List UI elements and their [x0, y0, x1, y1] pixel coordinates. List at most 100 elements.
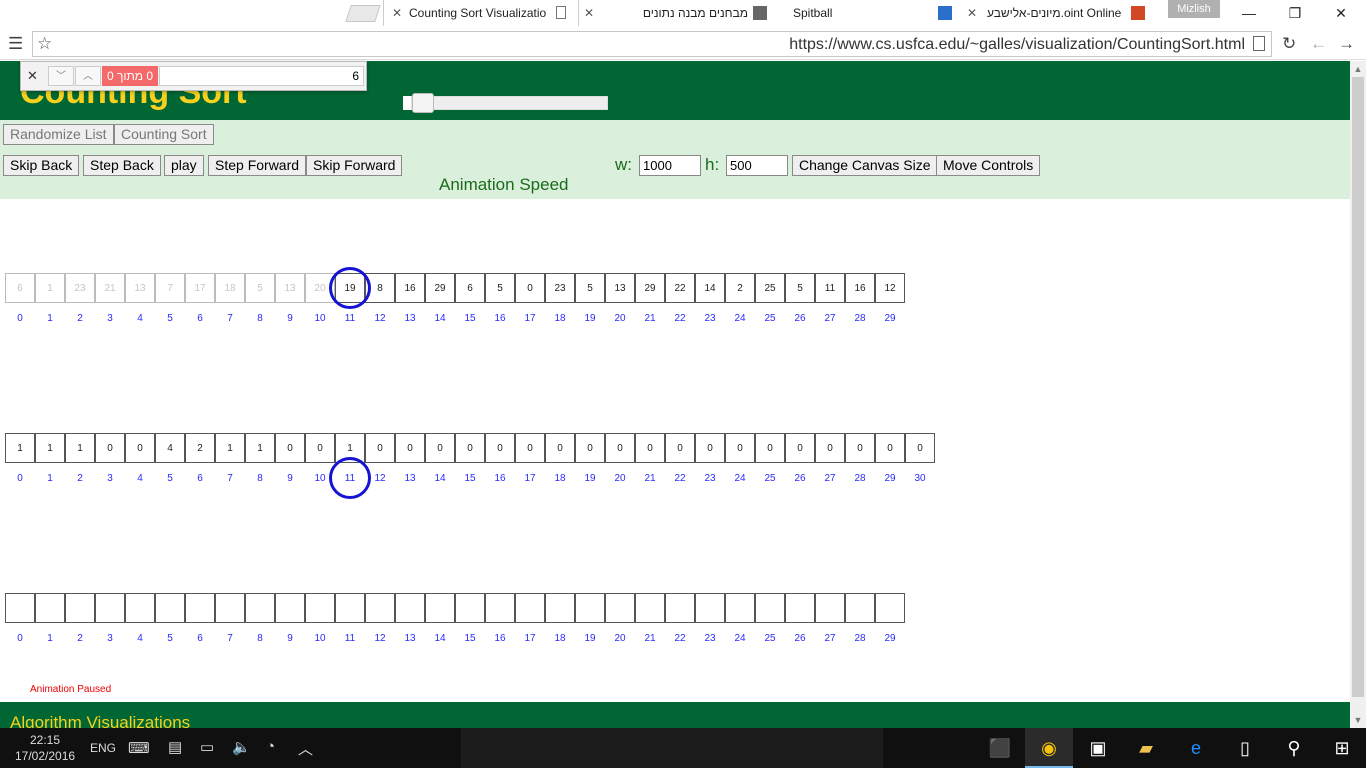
store-icon[interactable]: ▣: [1074, 728, 1122, 768]
skip-back-button[interactable]: Skip Back: [3, 155, 80, 176]
tab-spitball[interactable]: Spitball: [769, 0, 959, 26]
slider-fill: [403, 96, 412, 110]
window-close-icon[interactable]: ✕: [1318, 2, 1364, 24]
counts-array-index: 15: [464, 473, 476, 484]
input-array-index: 8: [257, 313, 263, 324]
find-prev-icon[interactable]: ︿: [75, 66, 101, 86]
page-info-icon[interactable]: [1253, 36, 1265, 51]
counts-array-cell: 0: [635, 433, 665, 463]
start-icon[interactable]: ⊞: [1318, 728, 1366, 768]
skip-forward-button[interactable]: Skip Forward: [306, 155, 403, 176]
close-icon[interactable]: ✕: [392, 6, 402, 20]
keyboard-icon[interactable]: ⌨: [128, 739, 150, 757]
input-array-cell: 12: [875, 273, 905, 303]
input-array-cell: 6: [5, 273, 35, 303]
acrobat-icon[interactable]: ⬛: [976, 728, 1024, 768]
menu-icon[interactable]: ☰: [8, 34, 23, 54]
find-input[interactable]: 6: [159, 66, 364, 86]
tab-counting-sort[interactable]: ✕ Counting Sort Visualizatio: [383, 0, 579, 26]
output-array-index: 28: [854, 633, 866, 644]
counts-array-index: 16: [494, 473, 506, 484]
browser-toolbar: ☰ ☆ https://www.cs.usfca.edu/~galles/vis…: [0, 28, 1366, 60]
tab-title: Counting Sort Visualizatio: [409, 6, 547, 20]
tab-exams[interactable]: ✕ מבחנים מבנה נתונים: [579, 0, 769, 26]
forward-icon[interactable]: ←: [1310, 34, 1327, 54]
wifi-icon[interactable]: ◔: [266, 738, 275, 755]
vertical-scrollbar[interactable]: ▲ ▼: [1350, 61, 1366, 728]
task-view-icon[interactable]: ▯: [1221, 728, 1269, 768]
battery-icon[interactable]: ▭: [200, 738, 214, 756]
minimize-icon[interactable]: —: [1226, 2, 1272, 24]
canvas-width-input[interactable]: [639, 155, 701, 176]
counts-array-index: 2: [77, 473, 83, 484]
volume-icon[interactable]: 🔈: [232, 738, 251, 756]
counts-array-cell: 1: [65, 433, 95, 463]
counts-array-cell: 0: [485, 433, 515, 463]
scrollbar-thumb[interactable]: [1352, 77, 1364, 697]
output-array-cell: [665, 593, 695, 623]
restore-icon[interactable]: ❐: [1272, 2, 1318, 24]
output-array-index: 3: [107, 633, 113, 644]
profile-button[interactable]: Mizlish: [1168, 0, 1220, 18]
edge-icon[interactable]: e: [1172, 728, 1220, 768]
close-icon[interactable]: ✕: [584, 6, 594, 20]
search-icon[interactable]: ⚲: [1270, 728, 1318, 768]
footer-title: Algorithm Visualizations: [10, 713, 191, 728]
page-footer: Algorithm Visualizations: [0, 702, 1350, 728]
input-array-cell: 25: [755, 273, 785, 303]
output-array-cell: [545, 593, 575, 623]
output-array-cell: [695, 593, 725, 623]
new-tab-button[interactable]: [345, 5, 381, 22]
animation-status: Animation Paused: [30, 684, 112, 695]
scroll-down-icon[interactable]: ▼: [1350, 712, 1366, 728]
counts-array-index: 21: [644, 473, 656, 484]
tab-powerpoint[interactable]: ✕ מיונים-אלישבע.oint Online: [959, 0, 1149, 26]
back-icon[interactable]: →: [1338, 34, 1355, 54]
counting-sort-button[interactable]: Counting Sort: [114, 124, 214, 145]
input-array-index: 29: [884, 313, 896, 324]
input-array-index: 14: [434, 313, 446, 324]
close-icon[interactable]: ✕: [967, 6, 977, 20]
output-array-index: 9: [287, 633, 293, 644]
output-array-index: 24: [734, 633, 746, 644]
output-array-cell: [335, 593, 365, 623]
change-canvas-size-button[interactable]: Change Canvas Size: [792, 155, 938, 176]
address-bar[interactable]: ☆ https://www.cs.usfca.edu/~galles/visua…: [32, 31, 1272, 57]
output-array-cell: [815, 593, 845, 623]
file-explorer-icon[interactable]: ▰: [1122, 728, 1170, 768]
reload-icon[interactable]: ↻: [1282, 34, 1296, 54]
input-array-index: 25: [764, 313, 776, 324]
input-array-cell: 21: [95, 273, 125, 303]
counts-highlight-ring: [329, 457, 371, 499]
show-hidden-icons-icon[interactable]: ︿: [298, 738, 313, 759]
counts-array-cell: 0: [545, 433, 575, 463]
chrome-icon[interactable]: ◉: [1025, 728, 1073, 768]
output-array-cell: [245, 593, 275, 623]
language-indicator[interactable]: ENG: [90, 741, 116, 755]
output-array-index: 8: [257, 633, 263, 644]
find-close-icon[interactable]: ✕: [27, 68, 38, 84]
input-array-cell: 1: [35, 273, 65, 303]
step-forward-button[interactable]: Step Forward: [208, 155, 307, 176]
output-array-index: 13: [404, 633, 416, 644]
width-label: w:: [615, 155, 632, 174]
find-next-icon[interactable]: ﹀: [48, 66, 74, 86]
step-back-button[interactable]: Step Back: [83, 155, 161, 176]
scroll-up-icon[interactable]: ▲: [1350, 61, 1366, 77]
output-array-index: 19: [584, 633, 596, 644]
play-button[interactable]: play: [164, 155, 204, 176]
input-array-index: 26: [794, 313, 806, 324]
output-array-index: 26: [794, 633, 806, 644]
counts-array-cell: 0: [695, 433, 725, 463]
input-array-cell: 23: [545, 273, 575, 303]
canvas-height-input[interactable]: [726, 155, 788, 176]
counts-array-cell: 0: [95, 433, 125, 463]
slider-thumb[interactable]: [412, 93, 434, 113]
move-controls-button[interactable]: Move Controls: [936, 155, 1041, 176]
bookmark-star-icon[interactable]: ☆: [37, 34, 52, 54]
randomize-list-button[interactable]: Randomize List: [3, 124, 114, 145]
input-array-index: 28: [854, 313, 866, 324]
counts-array-index: 0: [17, 473, 23, 484]
action-center-icon[interactable]: ▤: [168, 738, 182, 756]
animation-speed-slider[interactable]: [403, 93, 608, 113]
